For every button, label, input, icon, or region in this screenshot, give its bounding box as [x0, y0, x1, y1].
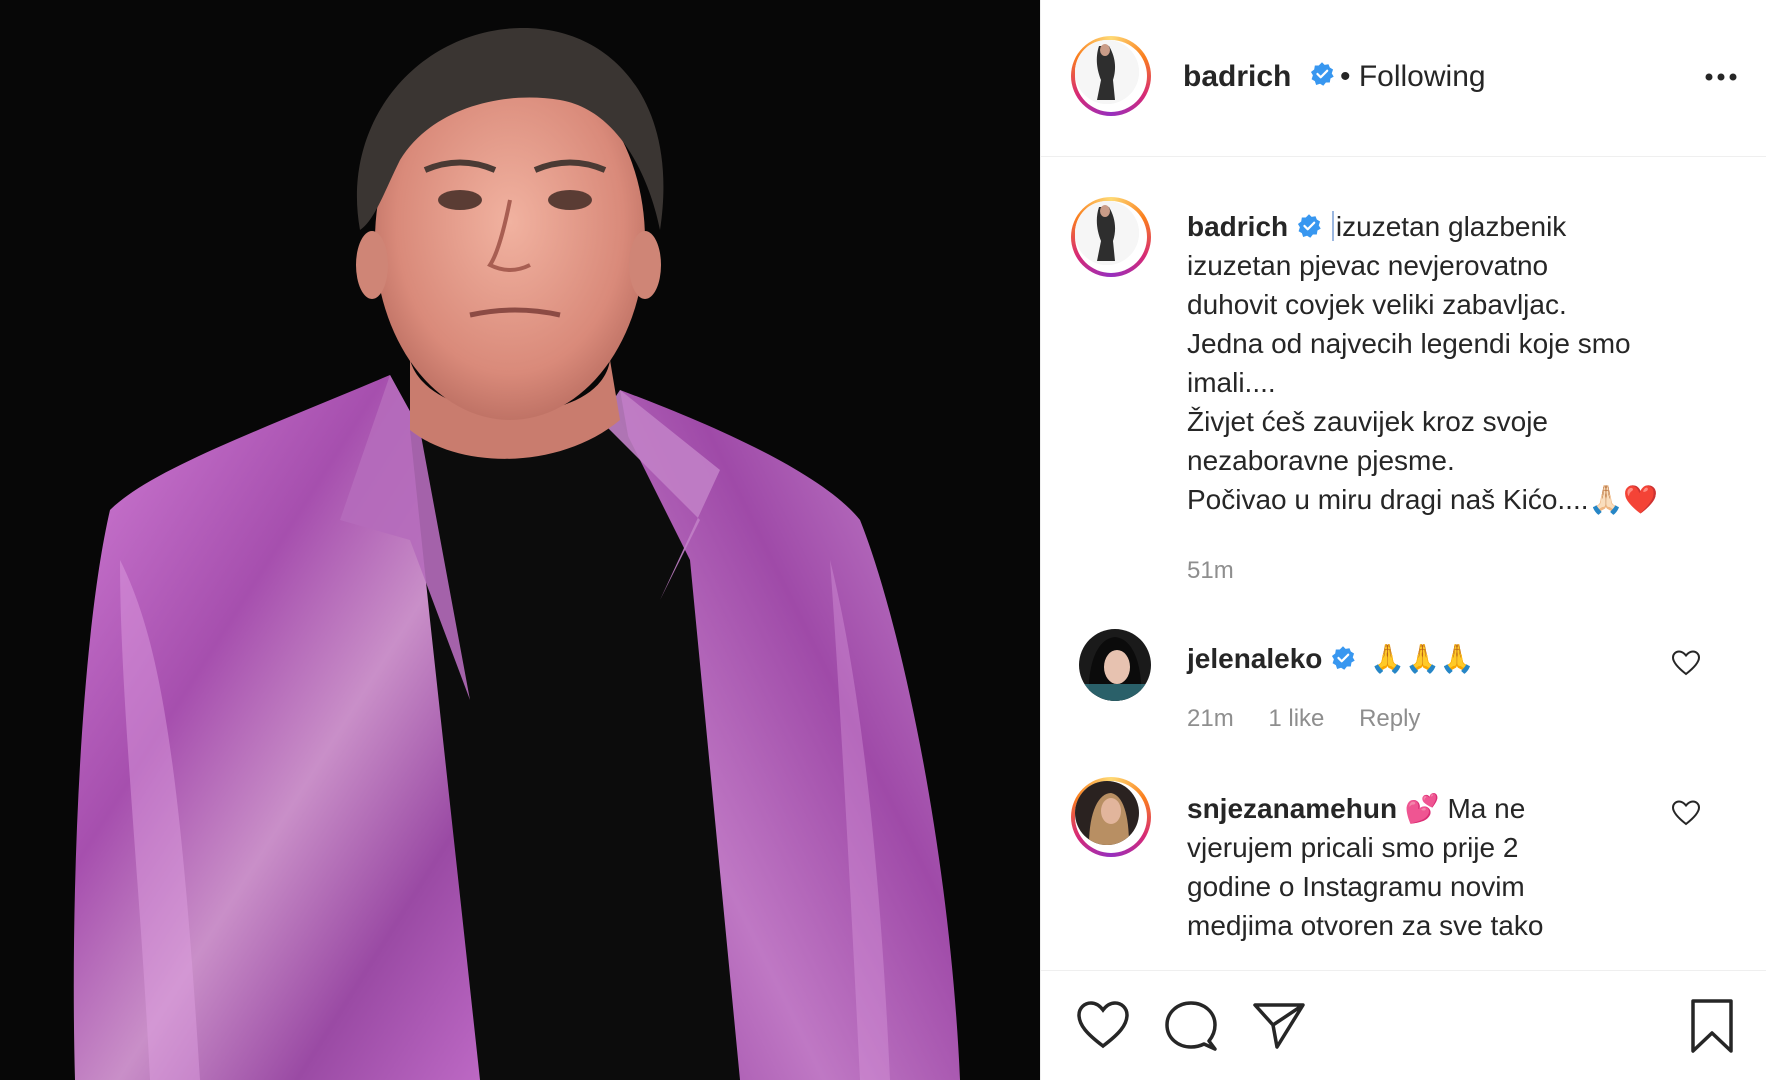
comment-meta: 21m 1 like Reply	[1187, 705, 1448, 733]
like-comment-heart-icon[interactable]	[1671, 649, 1701, 677]
caption-time[interactable]: 51m	[1187, 557, 1234, 584]
caption-line: nezaboravne pjesme.	[1187, 445, 1455, 476]
save-bookmark-icon[interactable]	[1687, 997, 1737, 1055]
reply-button[interactable]: Reply	[1359, 705, 1420, 732]
commenter-username[interactable]: snjezanamehun	[1187, 793, 1397, 824]
post-sidebar: badrich • Following badrich izuzetan gla…	[1040, 0, 1766, 1080]
caption-line: imali....	[1187, 367, 1276, 398]
caption-line: duhovit covjek veliki zabavljac.	[1187, 289, 1567, 320]
caption-line: Počivao u miru dragi naš Kićo....🙏🏻❤️	[1187, 484, 1659, 515]
caption-line: izuzetan glazbenik	[1335, 211, 1567, 242]
caption-line: Jedna od najvecih legendi koje smo	[1187, 328, 1631, 359]
comment-line: medjima otvoren za sve tako	[1187, 910, 1544, 941]
like-comment-heart-icon[interactable]	[1671, 799, 1701, 827]
post-actions	[1041, 970, 1766, 1081]
author-avatar[interactable]	[1071, 36, 1151, 116]
author-username[interactable]: badrich	[1183, 60, 1291, 94]
comment-text: snjezanamehun 💕 Ma ne vjerujem pricali s…	[1187, 789, 1717, 945]
verified-badge-icon	[1298, 214, 1321, 238]
post-photo[interactable]	[0, 0, 1040, 1080]
post-header: badrich • Following	[1041, 0, 1766, 157]
caption-line: Živjet ćeš zauvijek kroz svoje	[1187, 406, 1549, 437]
comment-body: 🙏🙏🙏	[1370, 643, 1475, 674]
more-horizontal-icon[interactable]	[1701, 62, 1741, 92]
like-heart-icon[interactable]	[1075, 999, 1131, 1051]
comment-line: vjerujem pricali smo prije 2	[1187, 832, 1519, 863]
comment-line: 💕 Ma ne	[1404, 793, 1526, 824]
verified-badge-icon	[1332, 646, 1356, 670]
comment-line: godine o Instagramu novim	[1187, 871, 1525, 902]
share-send-icon[interactable]	[1251, 999, 1307, 1051]
verified-badge-icon	[1301, 61, 1335, 89]
comment-bubble-icon[interactable]	[1163, 999, 1219, 1053]
follow-status[interactable]: • Following	[1340, 60, 1486, 94]
comment-likes[interactable]: 1 like	[1268, 705, 1324, 732]
commenter-avatar[interactable]	[1071, 777, 1151, 857]
commenter-avatar[interactable]	[1079, 629, 1151, 701]
caption-line: izuzetan pjevac nevjerovatno	[1187, 250, 1549, 281]
caption-avatar[interactable]	[1071, 197, 1151, 277]
comment-text: jelenaleko 🙏🙏🙏	[1187, 639, 1717, 678]
text-cursor	[1331, 211, 1334, 241]
comments-list[interactable]: badrich izuzetan glazbenik izuzetan pjev…	[1041, 157, 1766, 970]
comment-time[interactable]: 21m	[1187, 705, 1234, 732]
commenter-username[interactable]: jelenaleko	[1187, 643, 1322, 674]
portrait-illustration	[73, 27, 960, 1080]
caption-username[interactable]: badrich	[1187, 211, 1288, 242]
caption-meta: 51m	[1187, 557, 1262, 585]
caption-text: badrich izuzetan glazbenik izuzetan pjev…	[1187, 207, 1717, 519]
